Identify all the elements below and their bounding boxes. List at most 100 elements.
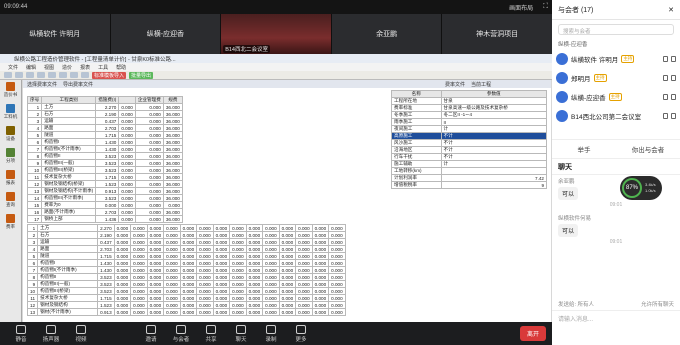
video-tile[interactable]: 余亚鹏	[331, 14, 442, 54]
table-row[interactable]: 14 构造物III(不计雨季) 3.523 0.000 0.000 36.000	[26, 194, 183, 202]
param-row[interactable]: 夜间施工计	[391, 125, 548, 133]
tab[interactable]: 选择费率文件	[27, 81, 57, 88]
control-button[interactable]: 更多	[286, 324, 316, 343]
param-row[interactable]: 施工辅助计	[391, 160, 548, 168]
tool-tag[interactable]: 批量导出	[129, 71, 154, 79]
control-button[interactable]: 共享	[196, 324, 226, 343]
table-row[interactable]: 15 费率为0 0.000 0.000 0.000 0.000	[26, 201, 183, 209]
table-row[interactable]: 12 钢材及钢结构(桥梁) 1.523 0.000 0.000 36.000	[26, 180, 183, 188]
table-row[interactable]: 5 隧道 1.715 0.000 0.000 36.000	[26, 131, 183, 139]
param-cell[interactable]: 不计	[440, 139, 548, 147]
participant-row[interactable]: 郑明月 主持	[552, 68, 680, 87]
camera-icon[interactable]	[671, 74, 676, 81]
participant-row[interactable]: 纵横软件 许明月 主持	[552, 49, 680, 68]
control-button[interactable]: 静音	[6, 324, 36, 343]
menu-item[interactable]: 文件	[8, 64, 18, 71]
menu-item[interactable]: 视图	[44, 64, 54, 71]
table-row[interactable]: 9 构造物III(一般) 3.523 0.000 0.000 0.000 0.000 0.00…	[26, 280, 346, 288]
table-row[interactable]: 10 构造物III(桥梁) 3.523 0.000 0.000 0.000 0.000 0.0…	[26, 287, 346, 295]
table-row[interactable]: 3 运输 0.437 0.000 0.000 0.000 0.000 0.000 0.000 0.…	[26, 238, 346, 246]
mic-icon[interactable]	[663, 55, 668, 62]
table-row[interactable]: 11 技术复杂大桥 1.715 0.000 0.000 36.000	[26, 173, 183, 181]
menu-item[interactable]: 报表	[80, 64, 90, 71]
table-row[interactable]: 6 构造物I 1.430 0.000 0.000 0.000 0.000 0.000 0.000…	[26, 259, 346, 267]
tab[interactable]: 费率文件	[445, 81, 465, 88]
video-tile[interactable]: 神木营洞项目	[442, 14, 552, 54]
control-button[interactable]: 录制	[256, 324, 286, 343]
table-row[interactable]: 1 土方 2.270 0.000 0.000 0.000 0.000 0.000 0.000 0.…	[26, 224, 346, 232]
control-button[interactable]: 扬声器	[36, 324, 66, 343]
table-row[interactable]: 9 构造物III(一般) 3.523 0.000 0.000 36.000	[26, 159, 183, 167]
tool-icon[interactable]	[37, 72, 45, 78]
tool-icon[interactable]	[48, 72, 56, 78]
video-tile[interactable]: 纵横-应迎香	[110, 14, 221, 54]
table-row[interactable]: 7 构造物I(不计雨季) 1.430 0.000 0.000 36.000	[26, 145, 183, 153]
mic-icon[interactable]	[663, 93, 668, 100]
param-cell[interactable]: 计	[440, 125, 548, 133]
close-icon[interactable]: ✕	[668, 6, 674, 14]
tool-icon[interactable]	[15, 72, 23, 78]
table-row[interactable]: 5 隧道 1.715 0.000 0.000 0.000 0.000 0.000 0.000 0.…	[26, 252, 346, 260]
param-row[interactable]: 行车干扰 不计	[391, 153, 548, 161]
nav-item[interactable]: 设备	[0, 124, 21, 146]
participant-row[interactable]: B14西北公司第二会议室	[552, 106, 680, 125]
mic-icon[interactable]	[663, 112, 668, 119]
param-cell[interactable]: 甘泉高速一级公路及技术复杂桥	[440, 104, 548, 112]
param-cell[interactable]: 不计	[440, 146, 548, 154]
table-row[interactable]: 13 钢材(不计雨季) 0.913 0.000 0.000 0.000 0.000 0.000…	[26, 308, 346, 316]
param-row[interactable]: 增值税税率 9	[391, 181, 548, 189]
param-row[interactable]: 费率标准 甘泉高速一级公路及技术复杂桥	[391, 104, 548, 112]
table-row[interactable]: 8 构造物II 3.523 0.000 0.000 36.000	[26, 152, 183, 160]
leave-list-button[interactable]: 你出与会者	[616, 140, 680, 158]
video-tile[interactable]: B14西北二会议室	[221, 14, 331, 54]
nav-item[interactable]: 报表	[0, 168, 21, 190]
table-row[interactable]: 4 路面 2.703 0.000 0.000 36.000	[26, 124, 183, 132]
menu-item[interactable]: 帮助	[116, 64, 126, 71]
table-row[interactable]: 2 石方 2.190 0.000 0.000 0.000 0.000 0.000 0.000 0.…	[26, 231, 346, 239]
param-row[interactable]: 风沙施工 不计	[391, 139, 548, 147]
param-row[interactable]: 沿海地区 不计	[391, 146, 548, 154]
camera-icon[interactable]	[671, 93, 676, 100]
layout-button[interactable]: 画面布局	[509, 3, 533, 12]
fullscreen-icon[interactable]: ⛶	[543, 3, 548, 11]
table-row[interactable]: 3 运输 0.437 0.000 0.000 36.000	[26, 117, 183, 125]
param-row[interactable]: 冬季施工 冬二区II -1~-4	[391, 111, 548, 119]
mic-icon[interactable]	[663, 74, 668, 81]
tab[interactable]: 当前工程	[471, 81, 491, 88]
control-button[interactable]: 与会者	[166, 324, 196, 343]
control-button[interactable]: 聊天	[226, 324, 256, 343]
table-row[interactable]: 8 构造物II 3.523 0.000 0.000 0.000 0.000 0.000 0.00…	[26, 273, 346, 281]
table-row[interactable]: 2 石方 2.190 0.000 0.000 36.000	[26, 110, 183, 118]
tool-icon[interactable]	[59, 72, 67, 78]
send-to-select[interactable]: 发送给: 所有人	[558, 300, 594, 308]
param-cell[interactable]: 计	[440, 160, 548, 168]
table-row[interactable]: 7 构造物I(不计雨季) 1.430 0.000 0.000 0.000 0.000 0.00…	[26, 266, 346, 274]
nav-item[interactable]: 造价书	[0, 80, 21, 102]
param-cell[interactable]	[440, 167, 548, 175]
participant-row[interactable]: 纵横-应迎香 主持	[552, 87, 680, 106]
nav-item[interactable]: 费率	[0, 212, 21, 234]
table-row[interactable]: 10 构造物III(桥梁) 3.523 0.000 0.000 36.000	[26, 166, 183, 174]
control-button[interactable]: 视频	[66, 324, 96, 343]
tool-icon[interactable]	[81, 72, 89, 78]
table-row[interactable]: 13 钢材及钢结构(不计雨季) 0.913 0.000 0.000 36.000	[26, 187, 183, 195]
param-cell[interactable]: II	[440, 118, 548, 126]
camera-icon[interactable]	[671, 55, 676, 62]
menu-item[interactable]: 工具	[98, 64, 108, 71]
tab[interactable]: 导出费率文件	[63, 81, 93, 88]
camera-icon[interactable]	[671, 112, 676, 119]
table-row[interactable]: 16 路面(不计雨季) 2.703 0.000 0.000 36.000	[26, 208, 183, 216]
table-row[interactable]: 6 构造物I 1.430 0.000 0.000 36.000	[26, 138, 183, 146]
param-row[interactable]: 工地转移(km)	[391, 167, 548, 175]
menu-item[interactable]: 编辑	[26, 64, 36, 71]
control-button[interactable]: 邀请	[136, 324, 166, 343]
param-cell[interactable]: 冬二区II -1~-4	[440, 111, 548, 119]
search-input[interactable]: 搜索与会者	[558, 24, 674, 35]
video-tile[interactable]: 纵横软件 许明月	[0, 14, 110, 54]
tool-tag[interactable]: 标准模板导入	[92, 71, 127, 79]
table-row[interactable]: 12 钢材及钢结构 1.523 0.000 0.000 0.000 0.000 0.000 0.…	[26, 301, 346, 309]
nav-item[interactable]: 查询	[0, 190, 21, 212]
leave-button[interactable]: 离开	[519, 326, 546, 341]
tool-icon[interactable]	[26, 72, 34, 78]
table-row[interactable]: 1 土方 2.270 0.000 0.000 36.000	[26, 103, 183, 111]
